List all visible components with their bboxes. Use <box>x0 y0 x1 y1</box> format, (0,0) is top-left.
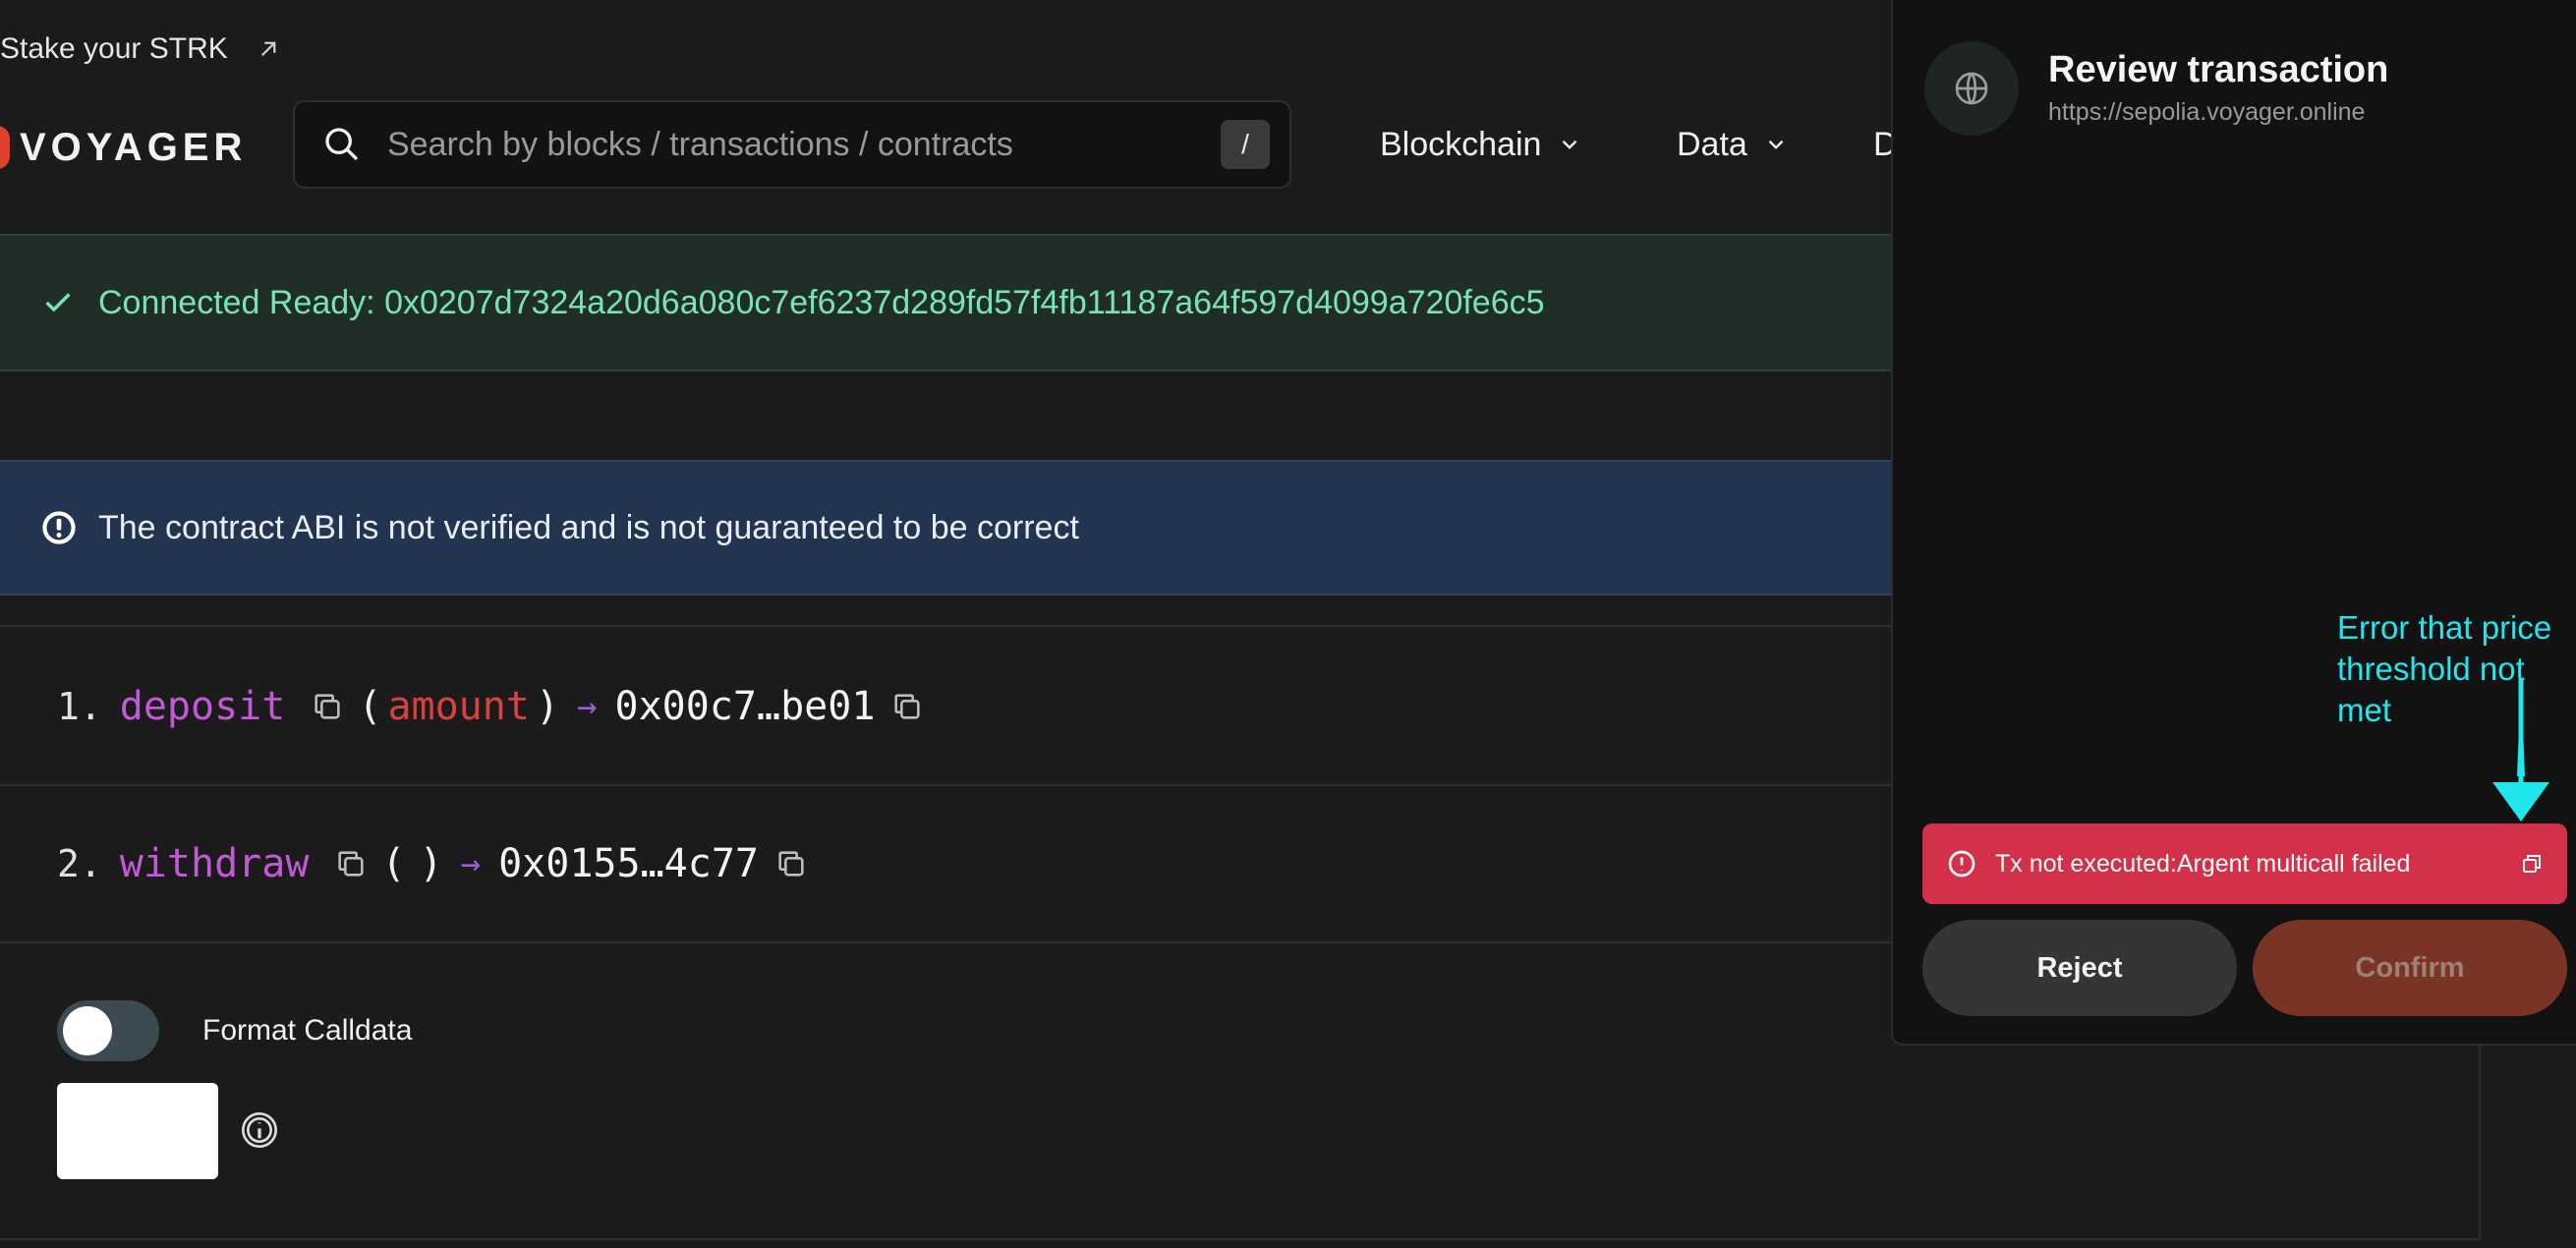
abi-warning-banner: The contract ABI is not verified and is … <box>0 460 1897 596</box>
logo-text: VOYAGER <box>20 125 248 169</box>
function-selector: 0x00c7…be01 <box>614 684 876 729</box>
dapp-icon <box>1924 41 2019 136</box>
copy-icon[interactable] <box>2520 852 2544 876</box>
nav-blockchain[interactable]: Blockchain <box>1380 120 1582 169</box>
copy-icon[interactable] <box>311 690 344 723</box>
format-calldata-toggle[interactable] <box>57 1000 159 1061</box>
open-paren: ( <box>381 841 406 886</box>
copy-icon[interactable] <box>890 690 924 723</box>
search-input[interactable]: Search by blocks / transactions / contra… <box>387 126 1221 164</box>
open-paren: ( <box>358 684 382 729</box>
returns-arrow: → <box>577 687 598 726</box>
connected-banner: Connected Ready: 0x0207d7324a20d6a080c7e… <box>0 234 1897 371</box>
popup-title: Review transaction <box>2048 49 2389 90</box>
nav-data[interactable]: Data <box>1677 120 1789 169</box>
stake-promo-link[interactable]: Stake your STRK <box>0 29 283 69</box>
calldata-input[interactable] <box>57 1083 218 1179</box>
chevron-down-icon <box>1563 140 1577 149</box>
format-calldata-label: Format Calldata <box>202 1014 413 1047</box>
globe-icon <box>1955 72 1988 105</box>
close-paren: ) <box>535 684 560 729</box>
function-name[interactable]: deposit <box>120 684 286 729</box>
function-number: 2. <box>57 842 102 885</box>
toggle-knob <box>63 1006 112 1055</box>
search-icon <box>325 128 359 161</box>
alert-circle-icon <box>42 511 76 544</box>
copy-icon[interactable] <box>774 847 808 880</box>
logo-mark <box>0 126 10 169</box>
copy-icon[interactable] <box>334 847 368 880</box>
annotation-arrow <box>2492 678 2549 822</box>
nav-data-label: Data <box>1677 125 1747 163</box>
reject-button[interactable]: Reject <box>1922 920 2237 1016</box>
error-text: Tx not executed:Argent multicall failed <box>1995 849 2411 878</box>
confirm-button[interactable]: Confirm <box>2253 920 2567 1016</box>
function-param: amount <box>387 684 530 729</box>
function-name[interactable]: withdraw <box>120 841 310 886</box>
function-number: 1. <box>57 685 102 728</box>
info-icon[interactable] <box>240 1110 279 1150</box>
search-bar[interactable]: Search by blocks / transactions / contra… <box>293 100 1291 189</box>
function-selector: 0x0155…4c77 <box>498 841 759 886</box>
error-banner: Tx not executed:Argent multicall failed <box>1922 823 2567 904</box>
voyager-logo[interactable]: VOYAGER <box>0 120 247 175</box>
connected-text: Connected Ready: 0x0207d7324a20d6a080c7e… <box>98 283 1545 321</box>
format-calldata-row: Format Calldata <box>57 1000 412 1061</box>
popup-url: https://sepolia.voyager.online <box>2048 98 2366 126</box>
search-shortcut-badge: / <box>1221 120 1270 169</box>
stake-promo-text: Stake your STRK <box>0 32 228 65</box>
error-icon <box>1948 850 1975 878</box>
nav-blockchain-label: Blockchain <box>1380 125 1542 163</box>
returns-arrow: → <box>460 844 482 883</box>
chevron-down-icon <box>1768 140 1784 149</box>
close-paren: ) <box>419 841 443 886</box>
abi-warning-text: The contract ABI is not verified and is … <box>98 508 1079 546</box>
external-link-icon <box>260 41 276 57</box>
check-icon <box>45 293 71 312</box>
